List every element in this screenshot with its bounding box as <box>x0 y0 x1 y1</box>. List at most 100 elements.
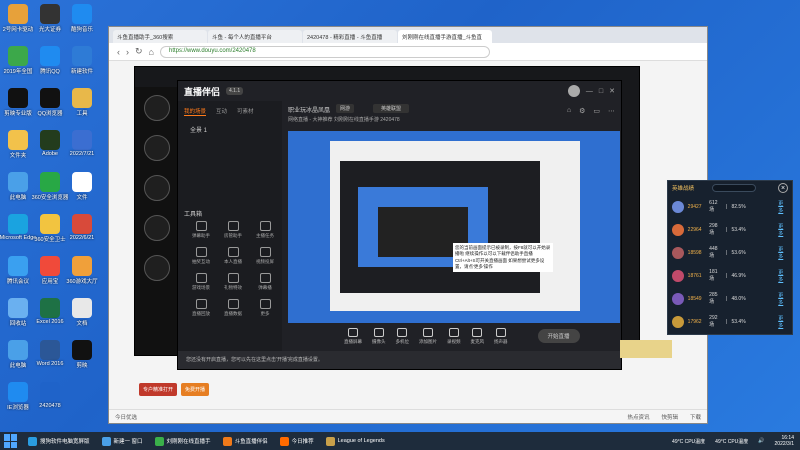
desktop-icon[interactable]: 工具 <box>66 88 98 117</box>
tool-item[interactable]: 抽奖互动 <box>186 247 216 265</box>
tool-item[interactable]: 游戏场景 <box>186 273 216 291</box>
volume-icon[interactable]: 🔊 <box>758 438 764 444</box>
nav-circle-button[interactable] <box>144 175 170 201</box>
desktop-icon[interactable]: 文件 <box>66 172 98 201</box>
tool-item[interactable]: 直播数据 <box>218 299 248 317</box>
taskbar-item[interactable]: 刘刚刚在线直播手 <box>151 434 215 448</box>
tab-material[interactable]: 可素材 <box>237 107 254 116</box>
desktop-icon[interactable]: 剪映 <box>66 340 98 369</box>
source-button[interactable]: 摄像头 <box>372 327 386 345</box>
taskbar-item[interactable]: 新建一 窗口 <box>98 434 147 448</box>
desktop-icon[interactable]: 360安全浏览器 <box>32 172 68 201</box>
tool-item[interactable]: 更多 <box>250 299 280 317</box>
start-live-button[interactable]: 开始直播 <box>537 329 580 343</box>
home-icon[interactable]: ⌂ <box>149 47 154 57</box>
desktop-icon[interactable]: 应用宝 <box>34 256 66 285</box>
desktop-icon[interactable]: 360游戏大厅 <box>66 256 98 285</box>
desktop-icon[interactable]: 此电脑 <box>2 172 34 201</box>
browser-tab[interactable]: 2420478 - 精彩直播 - 斗鱼直播 <box>303 30 397 43</box>
source-button[interactable]: 直播屏幕 <box>344 327 362 345</box>
hero-more-link[interactable]: 更多 <box>778 315 788 329</box>
hero-more-link[interactable]: 更多 <box>778 269 788 283</box>
nav-circle-button[interactable] <box>144 135 170 161</box>
hero-more-link[interactable]: 更多 <box>778 292 788 306</box>
tool-item[interactable]: 直播回放 <box>186 299 216 317</box>
desktop-icon[interactable]: 酷狗音乐 <box>66 4 98 33</box>
tab-interact[interactable]: 互动 <box>216 107 227 116</box>
forward-icon[interactable]: › <box>126 47 129 57</box>
free-live-button[interactable]: 免费开播 <box>181 383 210 396</box>
desktop-icon[interactable]: IE浏览器 <box>2 382 34 411</box>
browser-tab[interactable]: 斗鱼直播助手_360搜索 <box>113 30 207 43</box>
tool-item[interactable]: 弹幕播 <box>250 273 280 291</box>
minimize-icon[interactable]: — <box>586 88 593 95</box>
close-icon[interactable]: × <box>778 183 788 193</box>
status-item[interactable]: 快剪辑 <box>661 413 678 421</box>
avatar[interactable] <box>567 85 580 97</box>
refresh-icon[interactable]: ↻ <box>135 46 143 57</box>
desktop-icon[interactable]: 2019年全国 <box>2 46 34 75</box>
desktop-icon[interactable]: 2022/6/21 <box>66 214 98 241</box>
maximize-icon[interactable]: □ <box>599 88 603 95</box>
desktop-icon[interactable]: 2420478 <box>34 382 66 409</box>
clock[interactable]: 16:14 2022/3/1 <box>775 435 794 447</box>
hero-more-link[interactable]: 更多 <box>778 246 788 260</box>
stream-preview[interactable]: 您的当前画面提示已被录制，按F8就可以开始录播啦 继续操作以可以下载伴侣助手直播… <box>288 131 620 323</box>
nav-circle-button[interactable] <box>144 255 170 281</box>
desktop-icon[interactable]: 新建软件 <box>66 46 98 75</box>
taskbar-item[interactable]: 今日推荐 <box>276 434 318 448</box>
desktop-icon[interactable]: 文档 <box>66 298 98 327</box>
precise-open-button[interactable]: 专户精准打开 <box>139 383 178 396</box>
tool-item[interactable]: 视频投屏 <box>250 247 280 265</box>
tool-item[interactable]: 礼物特效 <box>218 273 248 291</box>
taskbar-item[interactable]: 斗鱼直播伴侣 <box>219 434 272 448</box>
monitor-icon[interactable]: ▭ <box>593 107 600 115</box>
tab-my-scene[interactable]: 我的场景 <box>184 107 207 116</box>
scene-item[interactable]: 全景 1 <box>178 122 282 137</box>
hero-more-link[interactable]: 更多 <box>778 200 788 214</box>
close-icon[interactable]: ✕ <box>609 87 615 95</box>
source-button[interactable]: 多机位 <box>396 327 409 345</box>
taskbar-item[interactable]: League of Legends <box>322 434 389 448</box>
browser-tab[interactable]: 斗鱼 - 每个人的直播平台 <box>208 30 302 43</box>
desktop-icon[interactable]: QQ浏览器 <box>34 88 66 117</box>
nav-circle-button[interactable] <box>144 95 170 121</box>
source-button[interactable]: 添加图片 <box>419 327 437 345</box>
tool-item[interactable]: 主播任务 <box>250 221 280 239</box>
taskbar-item[interactable]: 搜狗软件电脑宽屏版 <box>24 434 94 448</box>
url-input[interactable]: https://www.douyu.com/2420478 <box>159 45 490 58</box>
tool-item[interactable]: 本人直播 <box>218 247 248 265</box>
desktop-icon[interactable]: 光大证券 <box>34 4 66 33</box>
browser-tab-active[interactable]: 刘刚刚在线直播手游直播_斗鱼直 <box>398 30 492 43</box>
settings-icon[interactable]: ⚙ <box>579 107 585 115</box>
share-icon[interactable]: ⌂ <box>567 107 571 115</box>
desktop-icon[interactable]: 2号网卡驱动 <box>2 4 34 33</box>
desktop-icon[interactable]: 腾讯QQ <box>34 46 66 75</box>
desktop-icon[interactable]: 腾讯会议 <box>2 256 34 285</box>
stream-title[interactable]: 职业玩冰晶凤凰 <box>288 105 330 114</box>
more-icon[interactable]: ⋯ <box>608 107 615 115</box>
start-button[interactable] <box>4 434 20 448</box>
source-button[interactable]: 扬声器 <box>494 327 508 345</box>
tool-item[interactable]: 房管助手 <box>218 221 248 239</box>
hero-more-link[interactable]: 更多 <box>778 223 788 237</box>
nav-circle-button[interactable] <box>144 215 170 241</box>
status-left-text[interactable]: 今日优选 <box>115 413 137 421</box>
status-item[interactable]: 下载 <box>690 413 701 421</box>
status-item[interactable]: 热点资讯 <box>627 413 649 421</box>
desktop-icon[interactable]: Excel 2016 <box>34 298 66 325</box>
ranking-search-input[interactable] <box>712 184 757 192</box>
desktop-icon[interactable]: Word 2016 <box>34 340 66 367</box>
desktop-icon[interactable]: 剪映专业版 <box>2 88 34 117</box>
category-select[interactable]: 网游 <box>336 104 355 113</box>
back-icon[interactable]: ‹ <box>117 47 120 57</box>
tool-item[interactable]: 弹幕助手 <box>186 221 216 239</box>
subcategory-select[interactable]: 英雄联盟 <box>373 104 410 113</box>
desktop-icon[interactable]: 2022/7/21 <box>66 130 98 157</box>
source-button[interactable]: 录视频 <box>447 327 461 345</box>
desktop-icon[interactable]: 文件夹 <box>2 130 34 159</box>
desktop-icon[interactable]: Adobe <box>34 130 66 157</box>
desktop-icon[interactable]: Microsoft Edge <box>0 214 36 241</box>
desktop-icon[interactable]: 此电脑 <box>2 340 34 369</box>
source-button[interactable]: 麦克风 <box>471 327 484 345</box>
